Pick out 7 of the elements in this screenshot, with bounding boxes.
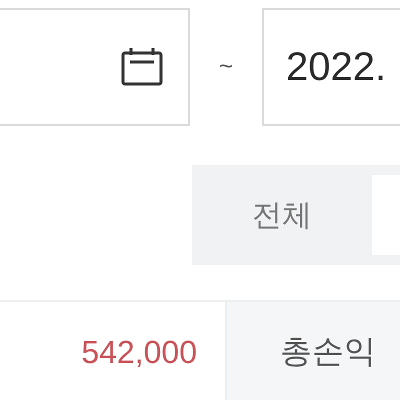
period-tab[interactable]: 전체 <box>192 165 372 265</box>
start-date-field[interactable] <box>0 8 190 126</box>
end-date-field[interactable]: 2022. <box>262 8 400 126</box>
profit-rate-label: 총손익 <box>225 302 400 400</box>
calendar-icon[interactable] <box>120 47 164 87</box>
profit-value: 542,000 <box>80 332 198 372</box>
range-separator: ~ <box>218 53 234 81</box>
